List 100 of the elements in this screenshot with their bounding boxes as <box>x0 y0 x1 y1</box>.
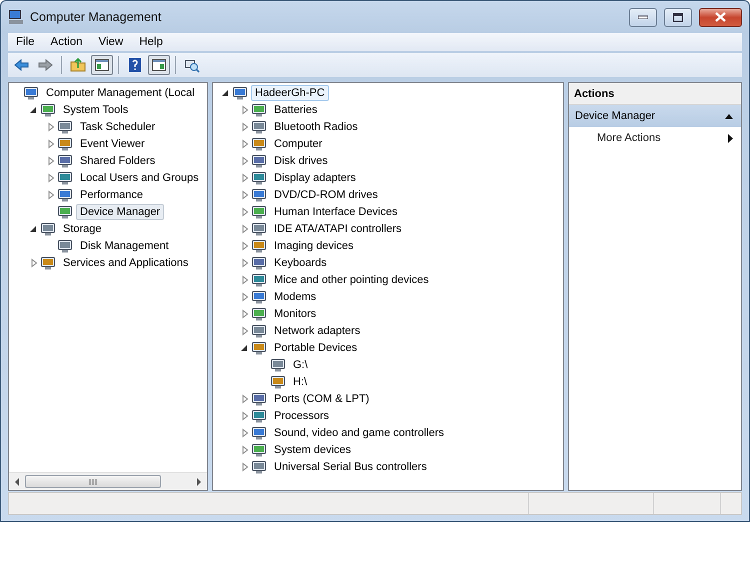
tree-item[interactable]: Services and Applications <box>59 254 192 270</box>
window-title: Computer Management <box>30 10 162 24</box>
action-section-header[interactable]: Device Manager <box>569 105 741 127</box>
collapse-arrow-icon[interactable] <box>29 104 39 114</box>
show-action-pane-button[interactable] <box>148 55 170 75</box>
close-icon <box>715 12 726 22</box>
tree-item[interactable]: Disk Management <box>76 238 173 254</box>
tree-item[interactable]: Disk drives <box>270 152 332 168</box>
tree-item[interactable]: Task Scheduler <box>76 118 160 134</box>
collapse-arrow-icon[interactable] <box>221 88 231 98</box>
tree-item[interactable]: H:\ <box>289 374 312 390</box>
tree-item[interactable]: HadeerGh-PC <box>251 84 329 100</box>
maximize-button[interactable] <box>664 8 692 26</box>
show-tree-button[interactable] <box>91 55 113 75</box>
tree-item[interactable]: G:\ <box>289 356 312 372</box>
tree-item[interactable]: Sound, video and game controllers <box>270 424 448 440</box>
tree-item[interactable]: Performance <box>76 186 147 202</box>
tree-item[interactable]: Keyboards <box>270 254 331 270</box>
expand-arrow-icon[interactable] <box>240 172 250 182</box>
expand-arrow-icon[interactable] <box>240 104 250 114</box>
expand-arrow-icon[interactable] <box>240 444 250 454</box>
device-icon <box>251 152 267 168</box>
expand-arrow-icon[interactable] <box>46 122 56 132</box>
expand-arrow-icon[interactable] <box>240 292 250 302</box>
collapse-arrow-icon[interactable] <box>29 224 39 234</box>
tree-item[interactable]: Local Users and Groups <box>76 170 203 186</box>
close-button[interactable] <box>699 8 742 26</box>
device-icon <box>40 102 56 118</box>
tree-item[interactable]: System Tools <box>59 102 132 118</box>
tree-item[interactable]: DVD/CD-ROM drives <box>270 186 382 202</box>
tree-item[interactable]: Imaging devices <box>270 238 358 254</box>
minimize-button[interactable] <box>629 8 657 26</box>
tree-item[interactable]: Network adapters <box>270 322 364 338</box>
expand-arrow-icon[interactable] <box>240 224 250 234</box>
tree-item[interactable]: System devices <box>270 442 356 458</box>
expand-arrow-icon[interactable] <box>240 462 250 472</box>
tree-item[interactable]: Mice and other pointing devices <box>270 272 433 288</box>
expand-arrow-icon[interactable] <box>240 206 250 216</box>
maximize-icon <box>673 12 683 22</box>
tree-item[interactable]: Batteries <box>270 102 322 118</box>
scrollbar-thumb[interactable] <box>25 475 161 488</box>
expand-arrow-icon[interactable] <box>240 122 250 132</box>
menu-item[interactable]: File <box>8 36 43 48</box>
expand-arrow-icon[interactable] <box>240 308 250 318</box>
device-icon <box>251 408 267 424</box>
menu-item[interactable]: View <box>90 36 132 48</box>
tree-item[interactable]: Device Manager <box>76 204 164 220</box>
device-icon <box>270 356 286 372</box>
device-icon <box>40 254 56 270</box>
tree-item[interactable]: Computer Management (Local <box>42 84 199 100</box>
expand-arrow-icon[interactable] <box>46 172 56 182</box>
tree-item[interactable]: Ports (COM & LPT) <box>270 390 374 406</box>
device-icon <box>251 288 267 304</box>
device-icon <box>57 204 73 220</box>
tree-item[interactable]: Computer <box>270 136 326 152</box>
expand-arrow-icon[interactable] <box>29 258 39 268</box>
tree-item[interactable]: Shared Folders <box>76 152 160 168</box>
device-icon <box>251 424 267 440</box>
window-pane-icon <box>94 57 110 73</box>
expand-arrow-icon[interactable] <box>240 156 250 166</box>
tree-item[interactable]: Human Interface Devices <box>270 204 402 220</box>
device-icon <box>57 152 73 168</box>
menu-item[interactable]: Action <box>42 36 90 48</box>
expand-arrow-icon[interactable] <box>240 410 250 420</box>
expand-arrow-icon[interactable] <box>240 258 250 268</box>
tree-item[interactable]: Display adapters <box>270 170 360 186</box>
tree-item[interactable]: Storage <box>59 220 106 236</box>
device-icon <box>251 442 267 458</box>
tree-item[interactable]: Event Viewer <box>76 136 149 152</box>
tree-item[interactable]: Bluetooth Radios <box>270 118 362 134</box>
expand-arrow-icon[interactable] <box>240 428 250 438</box>
expand-arrow-icon[interactable] <box>240 190 250 200</box>
expand-arrow-icon[interactable] <box>46 156 56 166</box>
expand-arrow-icon[interactable] <box>240 394 250 404</box>
left-arrow-icon <box>14 478 20 486</box>
expand-arrow-icon[interactable] <box>240 138 250 148</box>
tree-item[interactable]: Monitors <box>270 306 320 322</box>
tree-item[interactable]: Modems <box>270 288 320 304</box>
collapse-arrow-icon[interactable] <box>240 342 250 352</box>
expand-arrow-icon[interactable] <box>240 240 250 250</box>
device-icon <box>57 186 73 202</box>
back-arrow-icon <box>13 57 29 73</box>
expand-arrow-icon[interactable] <box>240 274 250 284</box>
tree-item[interactable]: Portable Devices <box>270 340 362 356</box>
device-icon <box>57 136 73 152</box>
tree-item[interactable]: Processors <box>270 408 334 424</box>
action-item[interactable]: More Actions <box>569 127 741 149</box>
minimize-icon <box>638 15 648 19</box>
expand-arrow-icon[interactable] <box>240 326 250 336</box>
device-icon <box>251 118 267 134</box>
help-icon <box>127 57 143 73</box>
menu-item[interactable]: Help <box>131 36 171 48</box>
expand-arrow-icon[interactable] <box>46 138 56 148</box>
device-icon <box>251 170 267 186</box>
tree-item[interactable]: IDE ATA/ATAPI controllers <box>270 220 406 236</box>
device-icon <box>232 84 248 100</box>
tree-item[interactable]: Universal Serial Bus controllers <box>270 458 431 474</box>
collapse-arrow-icon[interactable] <box>725 114 733 118</box>
device-icon <box>251 204 267 220</box>
expand-arrow-icon[interactable] <box>46 190 56 200</box>
